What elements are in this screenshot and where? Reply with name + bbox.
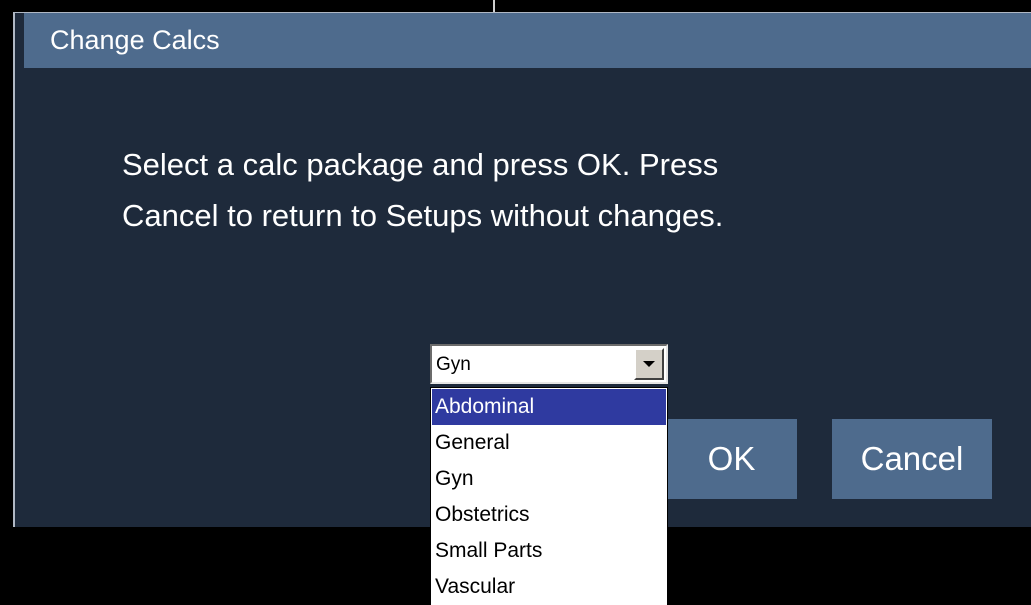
option-vascular[interactable]: Vascular xyxy=(432,569,666,605)
calc-package-selected-value: Gyn xyxy=(436,354,471,375)
calc-package-dropdown-list: Abdominal General Gyn Obstetrics Small P… xyxy=(430,387,668,605)
option-general[interactable]: General xyxy=(432,425,666,461)
top-border-line xyxy=(0,9,1031,11)
dialog-message: Select a calc package and press OK. Pres… xyxy=(122,139,922,241)
option-small-parts[interactable]: Small Parts xyxy=(432,533,666,569)
option-abdominal[interactable]: Abdominal xyxy=(432,389,666,425)
dropdown-button[interactable] xyxy=(634,348,664,380)
ok-button[interactable]: OK xyxy=(666,419,797,499)
option-gyn[interactable]: Gyn xyxy=(432,461,666,497)
message-line-1: Select a calc package and press OK. Pres… xyxy=(122,147,719,182)
top-divider-tick xyxy=(493,0,495,12)
option-obstetrics[interactable]: Obstetrics xyxy=(432,497,666,533)
chevron-down-icon xyxy=(643,361,655,367)
dialog-titlebar: Change Calcs xyxy=(24,13,1031,68)
dialog-title: Change Calcs xyxy=(50,25,220,55)
calc-package-select[interactable]: Gyn xyxy=(430,344,668,384)
cancel-button[interactable]: Cancel xyxy=(832,419,992,499)
message-line-2: Cancel to return to Setups without chang… xyxy=(122,198,724,233)
